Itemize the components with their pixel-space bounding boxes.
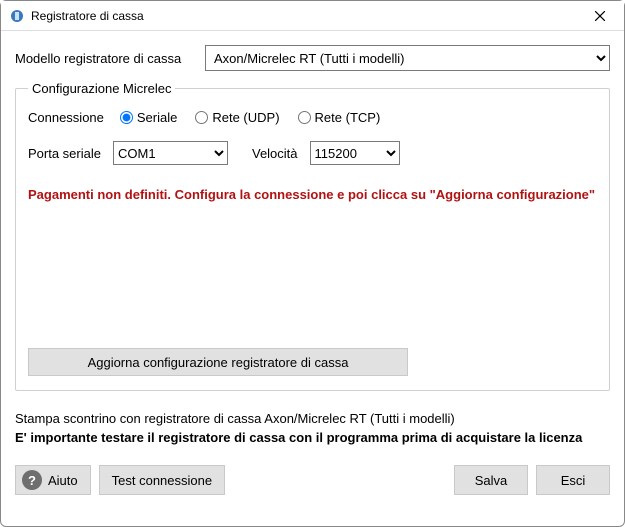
model-row: Modello registratore di cassa Axon/Micre… <box>15 45 610 71</box>
save-button[interactable]: Salva <box>454 465 528 495</box>
dialog-content: Modello registratore di cassa Axon/Micre… <box>1 31 624 507</box>
connection-label: Connessione <box>28 110 104 125</box>
radio-serial[interactable]: Seriale <box>120 110 177 125</box>
radio-tcp-label: Rete (TCP) <box>315 110 381 125</box>
speed-label: Velocità <box>252 146 298 161</box>
serial-row: Porta seriale COM1 Velocità 115200 <box>28 141 597 165</box>
help-icon: ? <box>22 470 42 490</box>
groupbox-legend: Configurazione Micrelec <box>28 81 175 96</box>
model-label: Modello registratore di cassa <box>15 51 205 66</box>
footer-important: E' importante testare il registratore di… <box>15 430 610 445</box>
test-connection-button[interactable]: Test connessione <box>99 465 225 495</box>
model-select[interactable]: Axon/Micrelec RT (Tutti i modelli) <box>205 45 610 71</box>
port-select[interactable]: COM1 <box>113 141 228 165</box>
radio-serial-label: Seriale <box>137 110 177 125</box>
connection-radio-group: Seriale Rete (UDP) Rete (TCP) <box>120 110 380 125</box>
port-label: Porta seriale <box>28 146 101 161</box>
footer-info: Stampa scontrino con registratore di cas… <box>15 411 610 426</box>
update-config-button[interactable]: Aggiorna configurazione registratore di … <box>28 348 408 376</box>
help-button[interactable]: ? Aiuto <box>15 465 91 495</box>
radio-udp-input[interactable] <box>195 111 208 124</box>
radio-tcp[interactable]: Rete (TCP) <box>298 110 381 125</box>
titlebar: Registratore di cassa <box>1 1 624 31</box>
window-title: Registratore di cassa <box>31 9 578 23</box>
radio-serial-input[interactable] <box>120 111 133 124</box>
close-button[interactable] <box>578 2 622 30</box>
radio-tcp-input[interactable] <box>298 111 311 124</box>
radio-udp[interactable]: Rete (UDP) <box>195 110 279 125</box>
help-button-label: Aiuto <box>48 473 78 488</box>
warning-text: Pagamenti non definiti. Configura la con… <box>28 187 597 202</box>
exit-button[interactable]: Esci <box>536 465 610 495</box>
radio-udp-label: Rete (UDP) <box>212 110 279 125</box>
speed-select[interactable]: 115200 <box>310 141 400 165</box>
button-bar: ? Aiuto Test connessione Salva Esci <box>15 465 610 495</box>
config-groupbox: Configurazione Micrelec Connessione Seri… <box>15 81 610 391</box>
app-icon <box>9 8 25 24</box>
connection-row: Connessione Seriale Rete (UDP) Rete (TCP… <box>28 110 597 125</box>
